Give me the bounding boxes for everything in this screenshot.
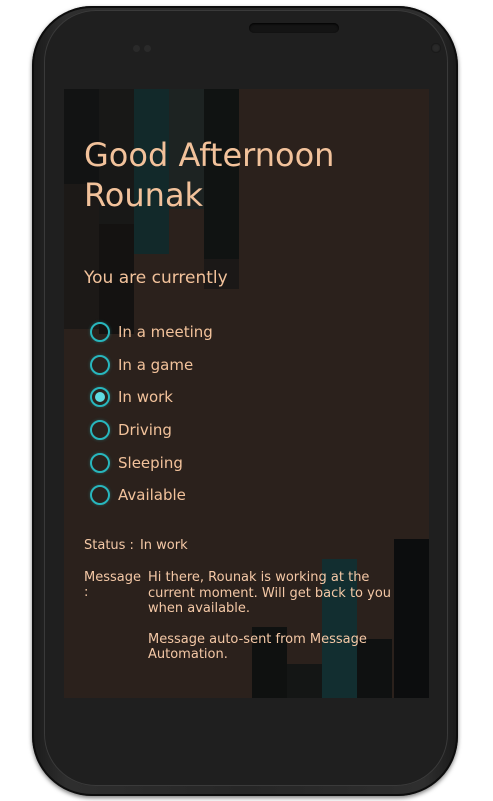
- proximity-sensor: [133, 45, 140, 52]
- status-radio-group: In a meeting In a game In work Driving S…: [90, 316, 213, 512]
- radio-option-game[interactable]: In a game: [90, 349, 213, 382]
- radio-option-available[interactable]: Available: [90, 479, 213, 512]
- light-sensor: [144, 45, 151, 52]
- radio-label: In a meeting: [118, 323, 213, 342]
- radio-button[interactable]: [90, 420, 110, 441]
- radio-button[interactable]: [90, 485, 110, 506]
- radio-label: Driving: [118, 421, 172, 440]
- earpiece-speaker: [249, 23, 339, 33]
- radio-label: In work: [118, 388, 173, 407]
- radio-label: In a game: [118, 355, 194, 374]
- app-screen: Good Afternoon Rounak You are currently …: [64, 89, 429, 698]
- message-body: Hi there, Rounak is working at the curre…: [148, 570, 414, 678]
- status-summary: Status : In work: [84, 538, 188, 553]
- user-name: Rounak: [84, 176, 204, 214]
- message-summary: Message : Hi there, Rounak is working at…: [84, 570, 414, 678]
- front-camera: [431, 43, 441, 53]
- radio-label: Available: [118, 486, 186, 505]
- greeting-heading: Good Afternoon Rounak: [84, 135, 334, 215]
- radio-button[interactable]: [90, 452, 110, 473]
- message-label: Message :: [84, 570, 141, 600]
- message-text: Hi there, Rounak is working at the curre…: [148, 570, 392, 616]
- radio-option-driving[interactable]: Driving: [90, 414, 213, 447]
- greeting-line: Good Afternoon: [84, 136, 335, 174]
- status-label: Status :: [84, 538, 134, 553]
- radio-option-work[interactable]: In work: [90, 381, 213, 414]
- message-footer: Message auto-sent from Message Automatio…: [148, 631, 367, 663]
- status-value: In work: [139, 538, 188, 553]
- radio-button[interactable]: [90, 354, 110, 375]
- radio-option-meeting[interactable]: In a meeting: [90, 316, 213, 349]
- radio-option-sleeping[interactable]: Sleeping: [90, 446, 213, 479]
- radio-button[interactable]: [90, 322, 110, 343]
- status-prompt: You are currently: [84, 268, 228, 288]
- radio-button-selected[interactable]: [90, 387, 110, 408]
- radio-label: Sleeping: [118, 453, 183, 472]
